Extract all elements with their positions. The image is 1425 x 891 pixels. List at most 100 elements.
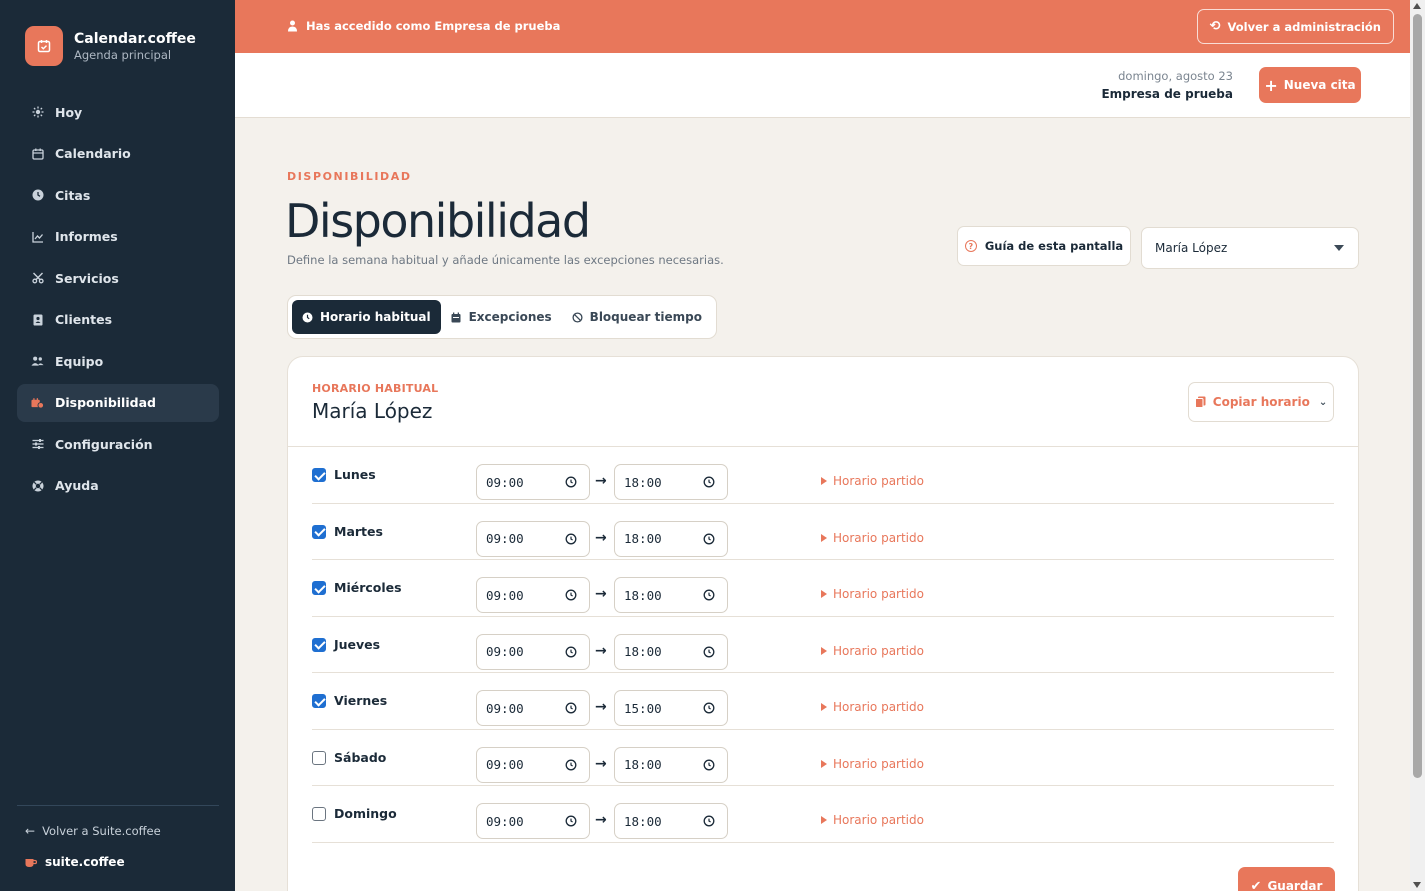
day-name: Miércoles xyxy=(334,580,402,595)
sidebar-item-citas[interactable]: Citas xyxy=(17,176,219,214)
back-to-suite-link[interactable]: ← Volver a Suite.coffee xyxy=(25,824,161,838)
sidebar-item-label: Servicios xyxy=(55,270,119,286)
clock-icon[interactable] xyxy=(565,476,577,488)
screen-guide-label: Guía de esta pantalla xyxy=(984,239,1124,253)
clock-icon[interactable] xyxy=(703,815,715,827)
triangle-right-icon xyxy=(821,477,827,485)
clock-icon[interactable] xyxy=(565,759,577,771)
brand-subtitle: Agenda principal xyxy=(74,47,172,62)
clock-icon xyxy=(302,312,313,323)
day-enabled-checkbox[interactable] xyxy=(312,750,326,765)
clock-icon[interactable] xyxy=(703,646,715,658)
start-time-input[interactable]: 09:00 xyxy=(476,690,590,726)
sidebar-item-configuracion[interactable]: Configuración xyxy=(17,425,219,463)
end-time-input[interactable]: 18:00 xyxy=(614,464,728,500)
end-time-input[interactable]: 18:00 xyxy=(614,803,728,839)
start-time-input[interactable]: 09:00 xyxy=(476,633,590,670)
end-time-input[interactable]: 18:00 xyxy=(614,520,728,557)
arrow-right-icon: → xyxy=(595,586,607,602)
new-appointment-button[interactable]: + Nueva cita xyxy=(1259,67,1361,103)
day-enabled-checkbox[interactable] xyxy=(312,694,326,708)
clock-icon[interactable] xyxy=(703,702,715,714)
end-time-input[interactable]: 15:00 xyxy=(614,690,728,726)
member-select[interactable]: María López xyxy=(1141,227,1359,269)
start-time-input[interactable]: 09:00 xyxy=(476,520,590,557)
start-time-input[interactable]: 09:00 xyxy=(476,803,590,839)
end-time-value: 18:00 xyxy=(624,757,662,772)
chart-icon xyxy=(31,230,44,243)
clock-icon[interactable] xyxy=(703,759,715,771)
end-time-value: 18:00 xyxy=(624,813,662,829)
card-header: HORARIO HABITUAL María López Copiar hora… xyxy=(288,357,1358,447)
start-time-input[interactable]: 09:00 xyxy=(476,577,590,613)
back-to-admin-button[interactable]: ⟲ Volver a administración xyxy=(1196,9,1394,44)
sidebar-item-label: Clientes xyxy=(55,312,113,327)
tab-excepciones[interactable]: Excepciones xyxy=(441,300,562,334)
sidebar-item-clientes[interactable]: Clientes xyxy=(17,301,219,339)
calendar-check-icon xyxy=(25,26,63,66)
sidebar-item-equipo[interactable]: Equipo xyxy=(17,342,219,380)
start-time-input[interactable]: 09:00 xyxy=(476,464,590,500)
company-name: Empresa de prueba xyxy=(1101,87,1233,101)
day-name: Viernes xyxy=(334,693,388,708)
day-enabled-checkbox[interactable] xyxy=(312,524,326,539)
chevron-down-icon: ⌄ xyxy=(1318,396,1328,408)
split-schedule-toggle[interactable]: Horario partido xyxy=(821,587,924,601)
brand[interactable]: Calendar.coffee Agenda principal xyxy=(25,26,196,66)
clock-icon[interactable] xyxy=(703,533,715,545)
sidebar-item-label: Citas xyxy=(55,187,91,203)
clock-icon[interactable] xyxy=(565,702,577,714)
triangle-right-icon xyxy=(821,533,827,542)
clock-icon[interactable] xyxy=(703,589,715,601)
day-name: Lunes xyxy=(334,467,376,482)
end-time-input[interactable]: 18:00 xyxy=(614,746,728,783)
clock-icon xyxy=(31,189,44,202)
end-time-value: 18:00 xyxy=(624,587,662,603)
start-time-value: 09:00 xyxy=(486,644,524,659)
sidebar-item-label: Informes xyxy=(55,229,118,244)
start-time-input[interactable]: 09:00 xyxy=(476,746,590,783)
day-enabled-checkbox[interactable] xyxy=(312,807,326,821)
day-enabled-checkbox[interactable] xyxy=(312,637,326,652)
arrow-right-icon: → xyxy=(595,755,607,772)
scroll-thumb[interactable] xyxy=(1413,14,1422,778)
availability-icon xyxy=(31,396,44,409)
split-schedule-toggle[interactable]: Horario partido xyxy=(821,531,924,545)
day-enabled-checkbox[interactable] xyxy=(312,581,326,595)
split-schedule-label: Horario partido xyxy=(833,474,924,488)
sidebar-item-hoy[interactable]: Hoy xyxy=(17,93,219,131)
clock-icon[interactable] xyxy=(703,476,715,488)
clock-icon[interactable] xyxy=(565,533,577,545)
split-schedule-label: Horario partido xyxy=(833,756,924,771)
save-label: Guardar xyxy=(1267,879,1323,891)
sidebar-item-disponibilidad[interactable]: Disponibilidad xyxy=(17,383,219,422)
save-button[interactable]: ✔ Guardar xyxy=(1238,867,1335,891)
split-schedule-toggle[interactable]: Horario partido xyxy=(821,700,924,714)
split-schedule-toggle[interactable]: Horario partido xyxy=(821,813,924,827)
end-time-input[interactable]: 18:00 xyxy=(614,633,728,670)
split-schedule-toggle[interactable]: Horario partido xyxy=(821,757,924,771)
day-name: Jueves xyxy=(334,636,381,652)
split-schedule-toggle[interactable]: Horario partido xyxy=(821,474,924,488)
scroll-down-arrow-icon[interactable] xyxy=(1413,882,1421,888)
scroll-up-arrow-icon[interactable] xyxy=(1413,3,1421,9)
sidebar-item-servicios[interactable]: Servicios xyxy=(17,259,219,297)
screen-guide-button[interactable]: ? Guía de esta pantalla xyxy=(957,226,1131,266)
page-scrollbar[interactable] xyxy=(1410,0,1425,891)
split-schedule-toggle[interactable]: Horario partido xyxy=(821,644,924,658)
copy-schedule-button[interactable]: Copiar horario ⌄ xyxy=(1188,382,1334,422)
clock-icon[interactable] xyxy=(565,815,577,827)
sidebar-item-ayuda[interactable]: Ayuda xyxy=(17,467,219,505)
arrow-right-icon: → xyxy=(595,473,607,489)
tab-bloquear-tiempo[interactable]: Bloquear tiempo xyxy=(562,300,712,334)
tab-horario-habitual[interactable]: Horario habitual xyxy=(292,300,441,334)
arrow-right-icon: → xyxy=(595,529,607,546)
sidebar-item-calendario[interactable]: Calendario xyxy=(17,135,219,173)
clock-icon[interactable] xyxy=(565,646,577,658)
day-enabled-checkbox[interactable] xyxy=(312,468,326,482)
sidebar-item-informes[interactable]: Informes xyxy=(17,218,219,256)
card-eyebrow: HORARIO HABITUAL xyxy=(312,382,439,395)
clock-icon[interactable] xyxy=(565,589,577,601)
page-title: Disponibilidad xyxy=(285,194,591,248)
end-time-input[interactable]: 18:00 xyxy=(614,577,728,613)
